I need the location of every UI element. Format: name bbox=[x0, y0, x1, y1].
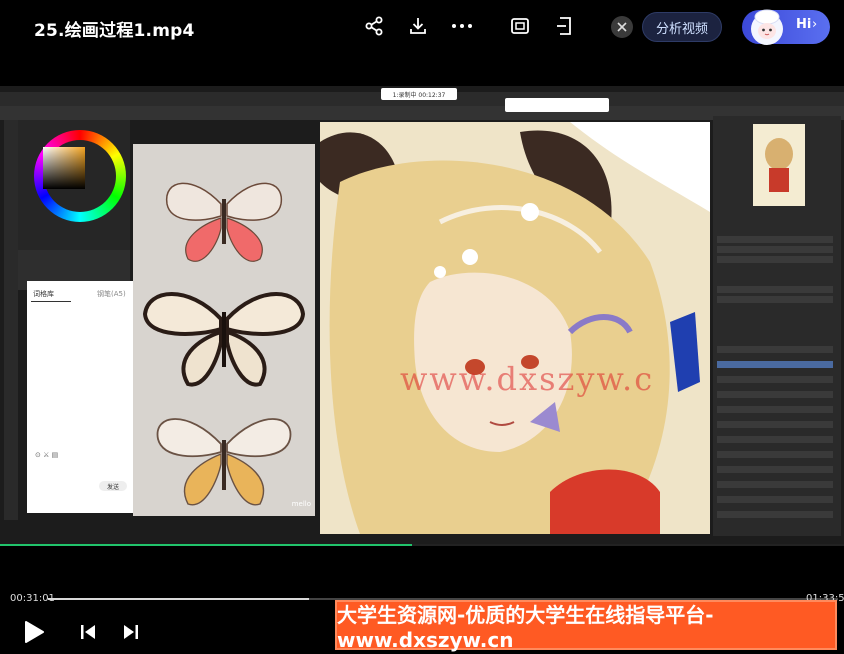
mini-window-icon[interactable] bbox=[553, 14, 577, 38]
skip-previous-icon bbox=[81, 625, 95, 639]
photo-caption: mello bbox=[291, 500, 311, 508]
share-icon[interactable] bbox=[362, 14, 386, 38]
side-chat-panel: 词格库 钢笔(A5) ⊙ ⚔ ▤ 发送 bbox=[27, 281, 133, 513]
progress-bar-fill bbox=[48, 598, 310, 600]
play-icon bbox=[25, 621, 44, 643]
panel-tab-active: 词格库 bbox=[33, 290, 54, 298]
butterfly-3 bbox=[156, 418, 292, 506]
navigator-thumbnail bbox=[753, 124, 805, 206]
color-square bbox=[43, 147, 85, 189]
play-button[interactable] bbox=[22, 620, 46, 644]
butterfly-1 bbox=[166, 182, 282, 262]
assistant-label: Hi bbox=[796, 17, 812, 32]
more-icon[interactable] bbox=[450, 14, 474, 38]
video-frame[interactable]: 1:录制中 00:12:37 词格库 钢笔(A5) ⊙ ⚔ ▤ 发送 mello… bbox=[0, 86, 844, 544]
drawing-canvas bbox=[320, 122, 710, 534]
layers-panel bbox=[713, 116, 841, 536]
panel-send-pill: 发送 bbox=[99, 481, 127, 491]
color-wheel-panel bbox=[18, 120, 130, 250]
previous-button[interactable] bbox=[78, 620, 98, 644]
recording-badge: 1:录制中 00:12:37 bbox=[381, 88, 457, 100]
butterfly-2 bbox=[142, 292, 306, 387]
analyze-video-button[interactable]: 分析视频 bbox=[642, 12, 722, 42]
assistant-avatar-icon bbox=[746, 6, 788, 48]
butterfly-reference-photo: mello bbox=[133, 144, 315, 516]
close-icon bbox=[617, 22, 627, 32]
tool-strip bbox=[4, 120, 18, 520]
skip-next-icon bbox=[124, 625, 138, 639]
buffer-line bbox=[0, 544, 844, 546]
chevron-right-icon: › bbox=[812, 17, 818, 32]
download-icon[interactable] bbox=[406, 14, 430, 38]
watermark-text: www.dxszyw.c bbox=[400, 360, 655, 398]
panel-icons: ⊙ ⚔ ▤ bbox=[35, 451, 59, 459]
top-bar: 25.绘画过程1.mp4 分析视频 Hi › bbox=[0, 0, 844, 58]
floating-toolbar bbox=[505, 98, 609, 112]
close-button[interactable] bbox=[611, 16, 633, 38]
promo-banner: 大学生资源网-优质的大学生在线指导平台-www.dxszyw.cn bbox=[335, 600, 837, 652]
panel-tab-inactive: 钢笔(A5) bbox=[97, 290, 126, 298]
video-title: 25.绘画过程1.mp4 bbox=[34, 21, 195, 41]
next-button[interactable] bbox=[121, 620, 141, 644]
screenshot-icon[interactable] bbox=[508, 14, 532, 38]
